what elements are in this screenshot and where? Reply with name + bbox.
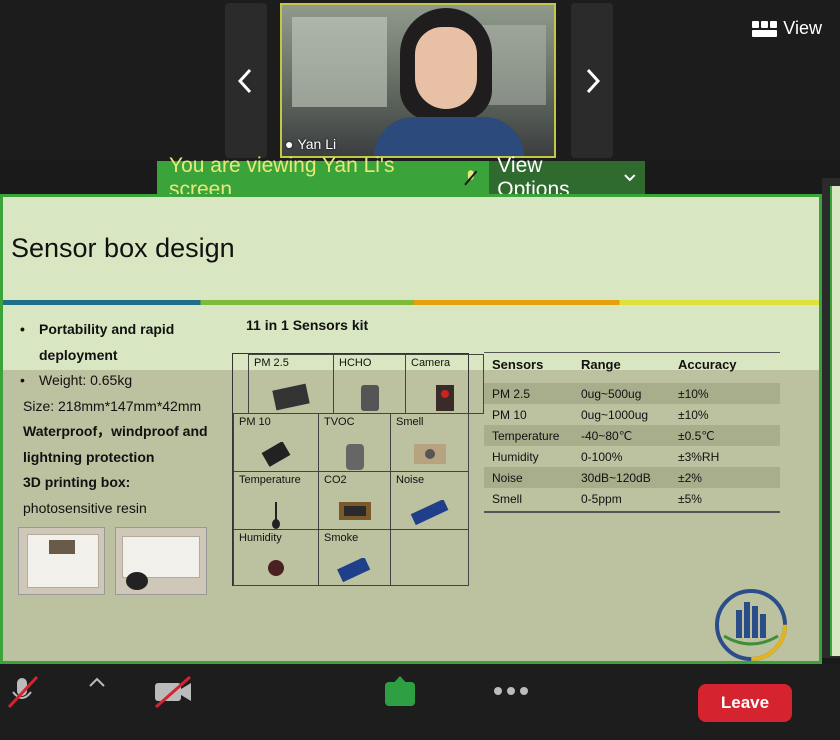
sensor-cell: TVOC [318,413,391,472]
sensor-cell: Camera [405,354,484,414]
next-video-page-button[interactable] [571,3,613,158]
video-off-icon [155,675,191,709]
muted-microphone-icon [463,169,478,185]
shared-screen-view[interactable]: Sensor box design • Portability and rapid… [0,194,822,664]
sensor-cell: PM 10 [233,413,319,472]
smell-sensor-image [413,444,446,464]
chevron-right-icon [586,68,601,93]
title-divider [3,300,819,305]
pathways-healthy-cities-logo [715,589,787,661]
participant-video-tile[interactable] [280,3,556,158]
humidity-sensor-image [268,560,284,576]
start-video-button[interactable] [152,674,194,710]
camera-module-image [435,385,454,411]
sensor-cell: HCHO [333,354,406,414]
sensor-cell: PM 2.5 [248,354,334,414]
more-dots-icon [494,687,528,695]
table-row: Smell 0-5ppm ±5% [492,491,702,506]
more-options-button[interactable] [493,686,529,696]
sensor-cell: Humidity [233,529,319,586]
pm10-sensor-image [261,442,291,467]
chevron-up-icon [89,677,105,687]
tvoc-sensor-image [345,444,364,470]
participant-name-label: ● Yan Li [285,136,336,152]
bullet-item: 3D printing box: [23,474,131,490]
participant-video-body [374,117,524,156]
co2-sensor-image [338,502,371,520]
sensor-cell: Temperature [233,471,319,530]
sensors-kit-title: 11 in 1 Sensors kit [246,317,369,333]
participant-name: Yan Li [297,136,337,152]
slide-title: Sensor box design [11,233,235,263]
smoke-sensor-image [336,558,370,582]
sensor-box-open-photo [115,527,207,595]
share-screen-button[interactable] [382,674,418,710]
table-header: Sensors Range Accuracy [484,352,780,375]
video-background [292,17,387,107]
view-button-label: View [783,18,822,38]
sensor-box-photo [18,527,105,595]
sensor-cell [390,529,469,586]
sensor-cell: Smoke [318,529,391,586]
audio-indicator-icon: ● [285,136,294,152]
table-row: PM 10 0ug~1000ug ±10% [492,407,709,422]
bullet-item: • Weight: 0.65kg [20,372,133,388]
participant-video-face [415,27,477,109]
mute-button[interactable] [4,674,40,710]
sensor-cell: CO2 [318,471,391,530]
sensor-cell: Smell [390,413,469,472]
chevron-down-icon [624,173,636,181]
temperature-sensor-image [272,502,280,529]
noise-sensor-image [410,500,448,526]
secondary-view-edge [822,178,840,658]
view-button[interactable]: View [752,18,822,39]
viewing-screen-notice: You are viewing Yan Li's screen [157,154,490,201]
table-row: Temperature -40~80℃ ±0.5℃ [484,425,780,446]
hcho-sensor-image [360,385,379,411]
chevron-left-icon [237,68,252,93]
bullet-item: photosensitive resin [23,499,147,516]
table-bottom-rule [484,511,780,513]
bullet-item: Size: 218mm*147mm*42mm [23,397,202,414]
bullet-list: • Portability and rapid deployment • Weigh… [20,317,220,521]
screen-share-banner: You are viewing Yan Li's screen View Opt… [157,154,645,201]
bullet-item: Waterproof，windproof and lightning prote… [23,423,208,465]
table-row: Noise 30dB~120dB ±2% [484,467,780,488]
sensor-kit-grid: PM 2.5 HCHO Camera PM 10 TVOC Smell Temp… [232,353,484,586]
video-strip: ● Yan Li View [0,0,840,160]
audio-options-button[interactable] [88,676,106,688]
table-row: PM 2.5 0ug~500ug ±10% [484,383,780,404]
gallery-view-icon [752,20,778,37]
sensor-cell: Noise [390,471,469,530]
muted-microphone-icon [7,675,39,709]
previous-video-page-button[interactable] [225,3,267,158]
table-row: Humidity 0-100% ±3%RH [492,449,720,464]
pm25-sensor-image [272,383,310,411]
share-screen-icon [385,676,415,706]
sensors-spec-table: Sensors Range Accuracy PM 2.5 0ug~500ug ±1… [484,352,780,513]
leave-meeting-button[interactable]: Leave [698,684,792,722]
bullet-item: • Portability and rapid deployment [20,321,175,363]
view-options-button[interactable]: View Options [489,154,645,201]
